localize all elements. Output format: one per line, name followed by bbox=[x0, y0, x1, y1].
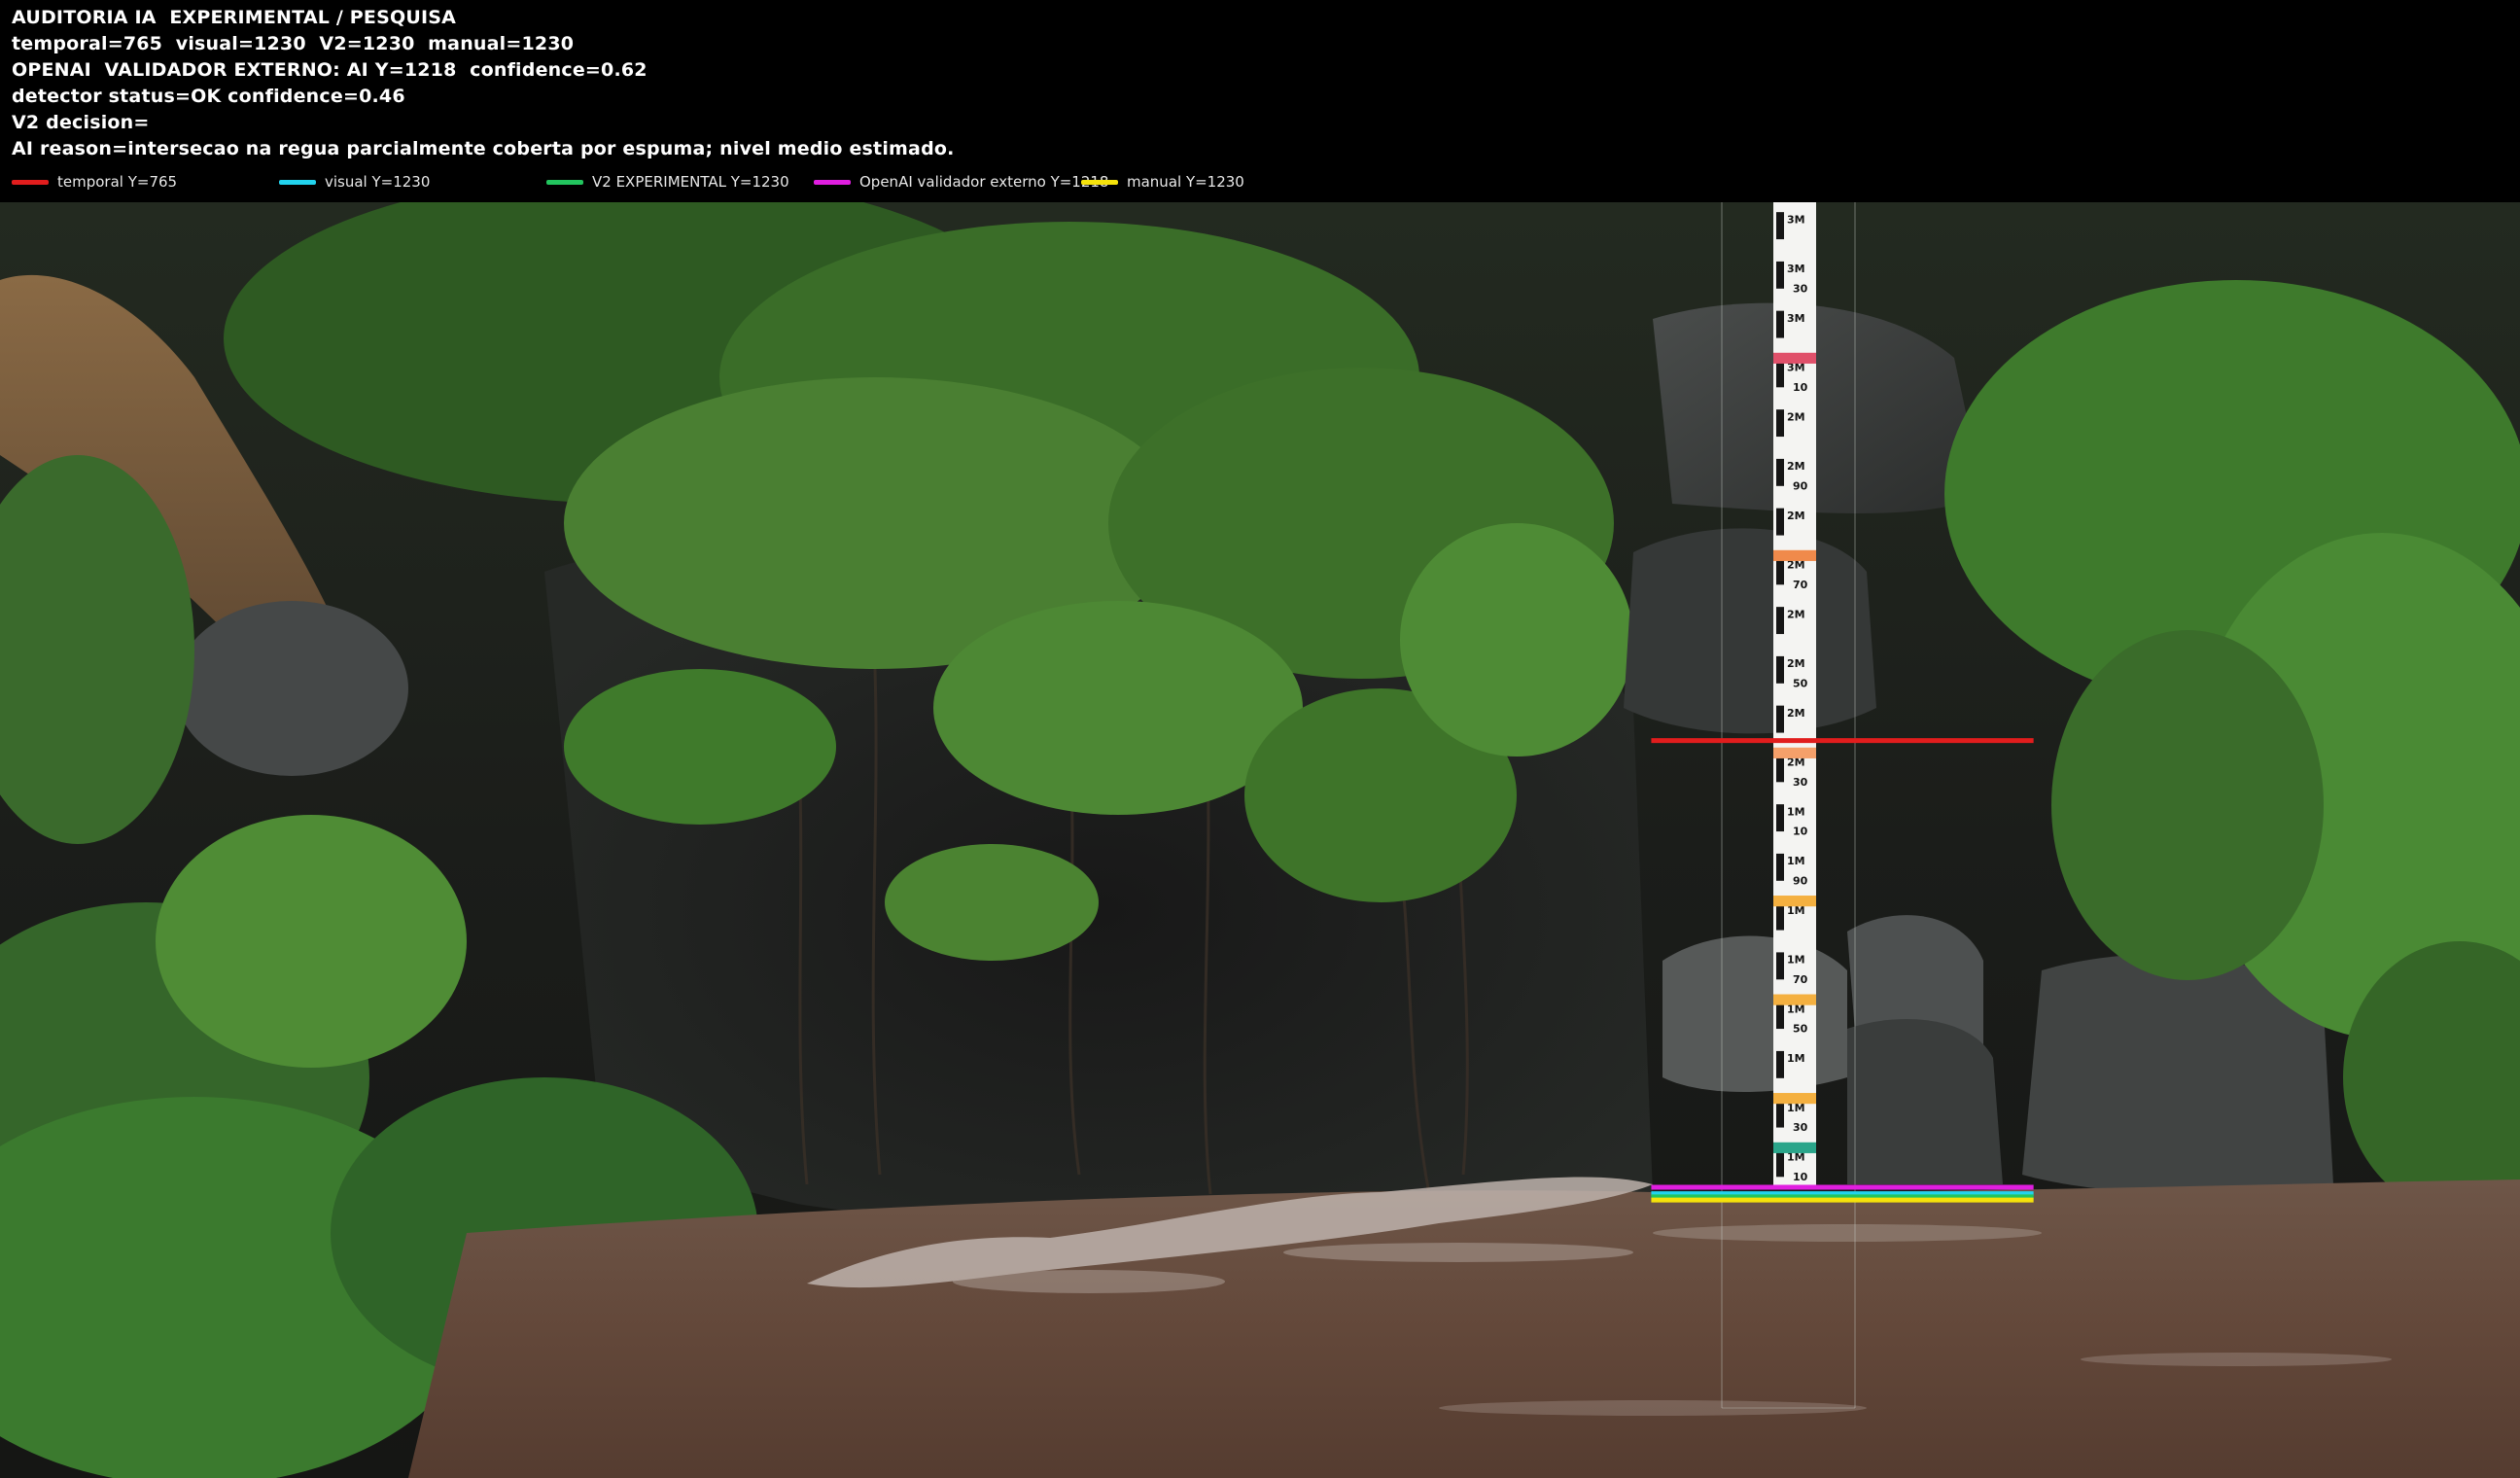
gauge-label: 1M bbox=[1787, 805, 1805, 818]
overlay-header: AUDITORIA IA EXPERIMENTAL / PESQUISA tem… bbox=[0, 0, 2520, 202]
legend-item-openai: OpenAI validador externo Y=1218 bbox=[814, 171, 1108, 193]
gauge-color-band bbox=[1773, 352, 1816, 364]
legend: temporal Y=765 visual Y=1230 V2 EXPERIME… bbox=[0, 171, 2520, 193]
gauge-color-band bbox=[1773, 1142, 1816, 1153]
legend-item-manual: manual Y=1230 bbox=[1081, 171, 1244, 193]
gauge-color-band bbox=[1773, 747, 1816, 758]
gauge-tick bbox=[1776, 607, 1784, 635]
legend-label-openai: OpenAI validador externo Y=1218 bbox=[859, 173, 1109, 191]
gauge-number: 50 bbox=[1793, 1023, 1808, 1036]
gauge-tick bbox=[1776, 952, 1784, 980]
legend-label-temporal: temporal Y=765 bbox=[57, 173, 178, 191]
gauge-number: 10 bbox=[1793, 826, 1808, 838]
gauge-tick bbox=[1776, 705, 1784, 733]
legend-item-temporal: temporal Y=765 bbox=[12, 171, 177, 193]
gauge-number: 30 bbox=[1793, 776, 1808, 789]
gauge-label: 3M bbox=[1787, 213, 1805, 226]
gauge-number: 90 bbox=[1793, 479, 1808, 492]
gauge-number: 50 bbox=[1793, 677, 1808, 689]
gauge-tick bbox=[1776, 853, 1784, 881]
gauge-label: 2M bbox=[1787, 460, 1805, 473]
legend-swatch-temporal bbox=[12, 179, 49, 185]
gauge-color-band bbox=[1773, 994, 1816, 1005]
gauge-color-band bbox=[1773, 549, 1816, 561]
gauge-label: 3M bbox=[1787, 263, 1805, 275]
gauge-label: 2M bbox=[1787, 657, 1805, 670]
gauge-tick bbox=[1776, 1002, 1784, 1030]
gauge-label: 1M bbox=[1787, 1052, 1805, 1065]
gauge-tick bbox=[1776, 508, 1784, 536]
gauge-label: 2M bbox=[1787, 707, 1805, 720]
gauge-number: 70 bbox=[1793, 579, 1808, 591]
gauge-tick bbox=[1776, 261, 1784, 289]
gauge-color-band bbox=[1773, 896, 1816, 907]
gauge-number: 90 bbox=[1793, 874, 1808, 887]
gauge-tick bbox=[1776, 1149, 1784, 1178]
gauge-tick bbox=[1776, 755, 1784, 783]
legend-label-v2: V2 EXPERIMENTAL Y=1230 bbox=[592, 173, 789, 191]
gauge-tick bbox=[1776, 212, 1784, 240]
v2-decision-line: V2 decision= bbox=[12, 112, 150, 133]
gauge-label: 1M bbox=[1787, 855, 1805, 867]
gauge-color-band bbox=[1773, 1093, 1816, 1105]
audit-title: AUDITORIA IA EXPERIMENTAL / PESQUISA bbox=[12, 7, 457, 28]
gauge-tick bbox=[1776, 1100, 1784, 1128]
staff-gauge: 3M3M303M3M102M2M902M2M702M2M502M2M301M10… bbox=[1773, 202, 1816, 1189]
gauge-tick bbox=[1776, 557, 1784, 585]
gauge-label: 3M bbox=[1787, 312, 1805, 325]
gauge-number: 70 bbox=[1793, 973, 1808, 986]
gauge-number: 30 bbox=[1793, 282, 1808, 295]
openai-validator-line: OPENAI VALIDADOR EXTERNO: AI Y=1218 conf… bbox=[12, 59, 648, 81]
gauge-number: 10 bbox=[1793, 1171, 1808, 1183]
gauge-label: 2M bbox=[1787, 608, 1805, 620]
gauge-tick bbox=[1776, 310, 1784, 338]
gauge-label: 1M bbox=[1787, 954, 1805, 967]
gauge-tick bbox=[1776, 902, 1784, 931]
gauge-tick bbox=[1776, 1050, 1784, 1078]
river-water bbox=[408, 1179, 2520, 1478]
gauge-board bbox=[1773, 202, 1816, 1189]
gauge-label: 2M bbox=[1787, 410, 1805, 423]
gauge-label: 2M bbox=[1787, 510, 1805, 522]
detector-status-line: detector status=OK confidence=0.46 bbox=[12, 86, 405, 107]
legend-swatch-visual bbox=[279, 179, 316, 185]
ai-reason-line: AI reason=intersecao na regua parcialmen… bbox=[12, 138, 955, 159]
estimates-line: temporal=765 visual=1230 V2=1230 manual=… bbox=[12, 33, 575, 54]
gauge-tick bbox=[1776, 409, 1784, 438]
legend-item-v2: V2 EXPERIMENTAL Y=1230 bbox=[546, 171, 789, 193]
legend-swatch-v2 bbox=[546, 179, 583, 185]
gauge-tick bbox=[1776, 804, 1784, 832]
legend-swatch-manual bbox=[1081, 179, 1118, 185]
legend-item-visual: visual Y=1230 bbox=[279, 171, 430, 193]
legend-swatch-openai bbox=[814, 179, 851, 185]
gauge-tick bbox=[1776, 360, 1784, 388]
gauge-number: 30 bbox=[1793, 1121, 1808, 1134]
gauge-tick bbox=[1776, 458, 1784, 486]
gauge-number: 10 bbox=[1793, 381, 1808, 394]
legend-label-visual: visual Y=1230 bbox=[325, 173, 431, 191]
camera-frame: 3M3M303M3M102M2M902M2M702M2M502M2M301M10… bbox=[0, 202, 2520, 1478]
legend-label-manual: manual Y=1230 bbox=[1127, 173, 1244, 191]
gauge-tick bbox=[1776, 655, 1784, 684]
